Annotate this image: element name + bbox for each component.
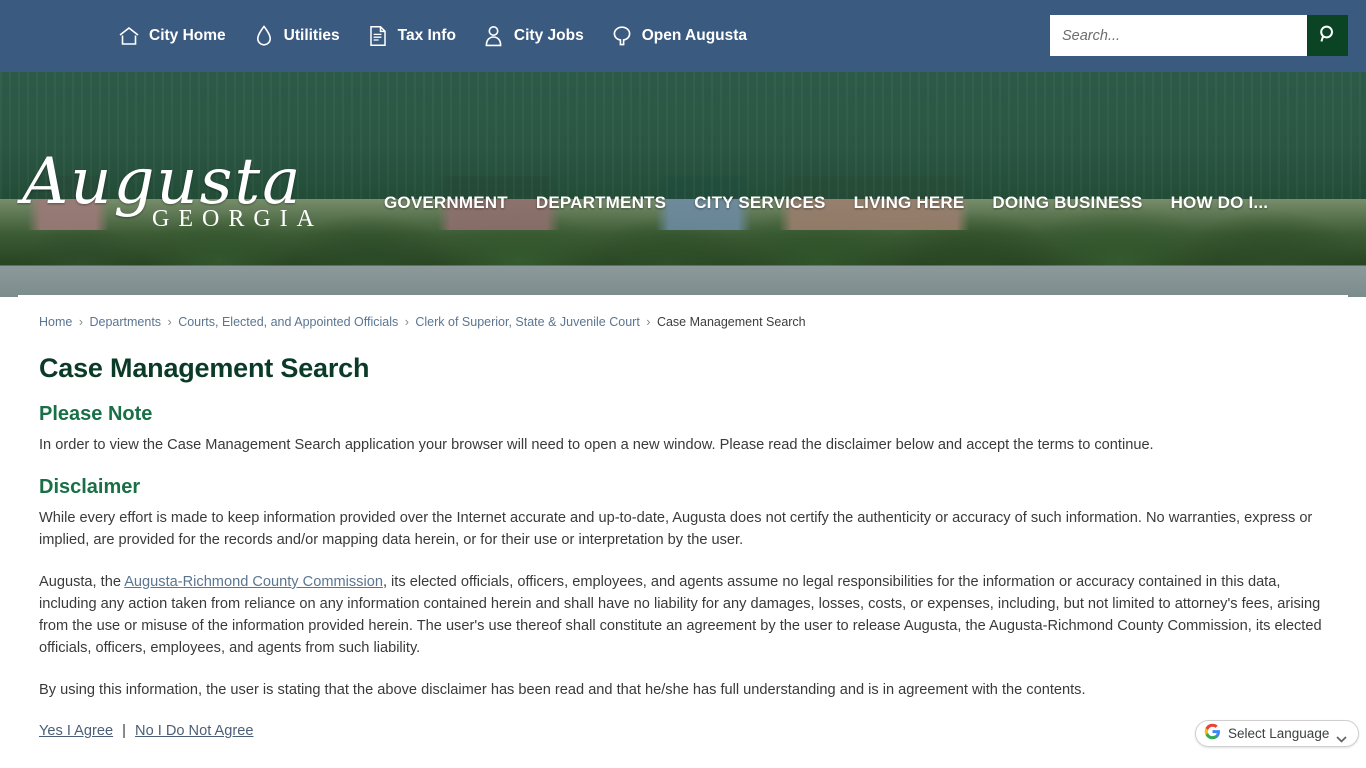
- top-link-utilities[interactable]: Utilities: [252, 23, 340, 49]
- nav-item-doing-business[interactable]: DOING BUSINESS: [992, 192, 1170, 214]
- please-note-body: In order to view the Case Management Sea…: [39, 437, 1154, 453]
- top-link-label: Utilities: [283, 27, 340, 45]
- disclaimer-paragraph-1: While every effort is made to keep infor…: [39, 510, 1313, 548]
- breadcrumb-separator: ›: [78, 315, 83, 329]
- document-icon: [366, 23, 390, 49]
- breadcrumb-item-clerk[interactable]: Clerk of Superior, State & Juvenile Cour…: [415, 315, 639, 329]
- google-translate-widget[interactable]: Select Language: [1195, 720, 1360, 747]
- breadcrumb-current: Case Management Search: [656, 315, 806, 329]
- nav-item-departments[interactable]: DEPARTMENTS: [536, 192, 694, 214]
- search-input[interactable]: [1050, 15, 1307, 56]
- top-link-city-jobs[interactable]: City Jobs: [482, 23, 584, 49]
- breadcrumb: Home › Departments › Courts, Elected, an…: [39, 315, 806, 329]
- translate-label: Select Language: [1228, 726, 1330, 741]
- home-icon: [117, 23, 141, 49]
- page-content: Please Note In order to view the Case Ma…: [39, 403, 1329, 739]
- top-link-label: City Home: [149, 27, 226, 45]
- page-root: City Home Utilities Tax Info City Jobs O…: [0, 0, 1366, 768]
- logo-script-text: Augusta: [22, 145, 303, 219]
- nav-item-living-here[interactable]: LIVING HERE: [854, 192, 993, 214]
- top-link-tax-info[interactable]: Tax Info: [366, 23, 456, 49]
- google-g-icon: [1204, 723, 1221, 745]
- search-icon: [1318, 24, 1338, 47]
- tree-icon: [610, 23, 634, 49]
- breadcrumb-item-home[interactable]: Home: [39, 315, 72, 329]
- page-title: Case Management Search: [39, 353, 370, 383]
- disclaimer-heading: Disclaimer: [39, 476, 141, 498]
- disclaimer-p2-before: Augusta, the: [39, 574, 125, 590]
- top-link-label: Open Augusta: [641, 27, 748, 45]
- nav-item-city-services[interactable]: CITY SERVICES: [694, 192, 853, 214]
- site-logo[interactable]: Augusta GEORGIA: [22, 150, 372, 233]
- logo-subtitle-text: GEORGIA: [152, 206, 323, 232]
- disclaimer-paragraph-2: Augusta, the Augusta-Richmond County Com…: [39, 571, 1329, 659]
- search-button[interactable]: [1307, 15, 1348, 56]
- yes-i-agree-link[interactable]: Yes I Agree: [39, 723, 113, 739]
- hero-banner: Augusta GEORGIA GOVERNMENT DEPARTMENTS C…: [0, 72, 1366, 297]
- agreement-actions: Yes I Agree | No I Do Not Agree: [39, 723, 1329, 739]
- please-note-heading: Please Note: [39, 403, 153, 425]
- top-utility-links: City Home Utilities Tax Info City Jobs O…: [117, 23, 747, 49]
- augusta-richmond-county-commission-link[interactable]: Augusta-Richmond County Commission: [124, 574, 383, 590]
- breadcrumb-item-departments[interactable]: Departments: [89, 315, 161, 329]
- agreement-separator: |: [122, 723, 126, 739]
- breadcrumb-item-courts[interactable]: Courts, Elected, and Appointed Officials: [178, 315, 398, 329]
- breadcrumb-separator: ›: [646, 315, 651, 329]
- nav-item-how-do-i[interactable]: HOW DO I...: [1171, 192, 1297, 214]
- breadcrumb-separator: ›: [167, 315, 172, 329]
- breadcrumb-separator: ›: [404, 315, 409, 329]
- main-navigation: GOVERNMENT DEPARTMENTS CITY SERVICES LIV…: [384, 192, 1296, 214]
- top-utility-bar: City Home Utilities Tax Info City Jobs O…: [0, 0, 1366, 72]
- water-drop-icon: [252, 23, 276, 49]
- site-search: [1050, 15, 1348, 56]
- no-i-do-not-agree-link[interactable]: No I Do Not Agree: [135, 723, 253, 739]
- nav-item-government[interactable]: GOVERNMENT: [384, 192, 536, 214]
- top-link-label: Tax Info: [397, 27, 456, 45]
- top-link-city-home[interactable]: City Home: [117, 23, 226, 49]
- top-link-label: City Jobs: [513, 27, 584, 45]
- top-link-open-augusta[interactable]: Open Augusta: [610, 23, 747, 49]
- chevron-down-icon: [1336, 730, 1347, 743]
- disclaimer-paragraph-3: By using this information, the user is s…: [39, 682, 1086, 698]
- person-icon: [482, 23, 506, 49]
- content-card: Home › Departments › Courts, Elected, an…: [18, 295, 1348, 768]
